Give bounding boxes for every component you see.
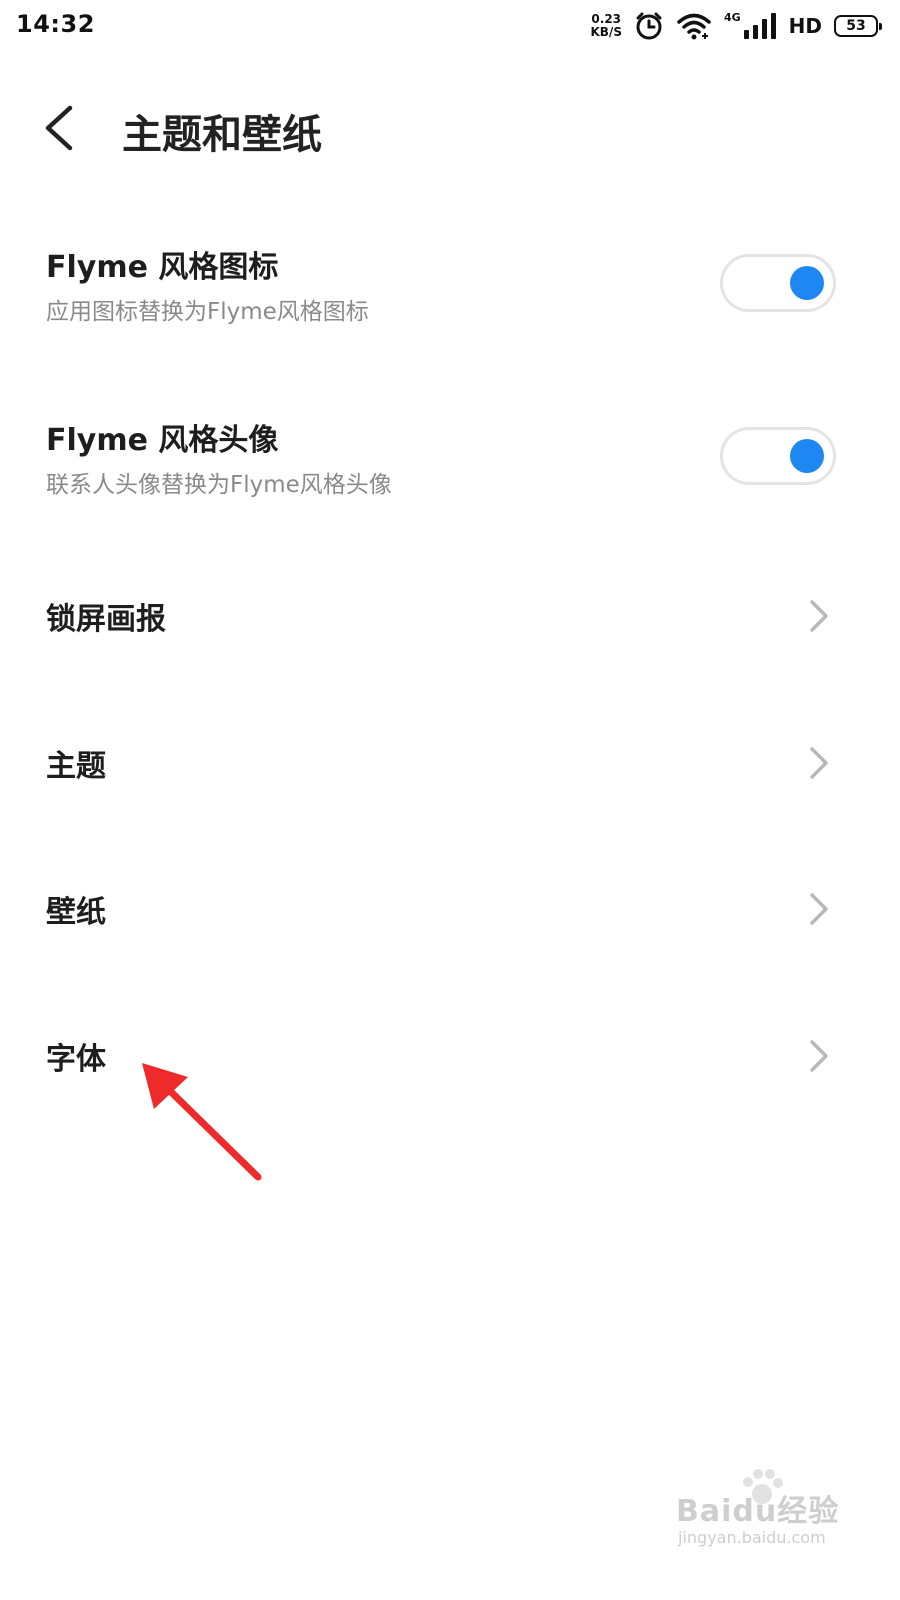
baidu-watermark: Baidu经验 jingyan.baidu.com	[670, 1468, 870, 1558]
setting-row-theme[interactable]: 主题	[0, 707, 900, 817]
battery-level: 53	[846, 18, 866, 34]
annotation-arrow-icon	[142, 1063, 262, 1181]
wifi-icon	[677, 13, 711, 40]
network-speed: 0.23 KB/S	[590, 13, 621, 39]
battery-icon: 53	[834, 15, 882, 37]
network-type: 4G	[723, 10, 741, 24]
setting-title: 主题	[46, 749, 106, 784]
chevron-right-icon	[810, 600, 828, 632]
chevron-right-icon	[810, 747, 828, 779]
cellular-signal-icon	[743, 13, 776, 39]
status-bar: 14:32 0.23 KB/S 4G HD 53	[0, 0, 900, 52]
setting-title: 壁纸	[46, 895, 106, 930]
chevron-right-icon	[810, 1040, 828, 1072]
setting-title: 字体	[46, 1042, 106, 1077]
toggle-knob	[790, 266, 824, 300]
chevron-right-icon	[810, 893, 828, 925]
app-header: 主题和壁纸	[0, 80, 900, 176]
setting-row-wallpaper[interactable]: 壁纸	[0, 853, 900, 963]
flyme-avatar-toggle[interactable]	[720, 427, 836, 485]
flyme-icons-toggle[interactable]	[720, 254, 836, 312]
toggle-knob	[790, 439, 824, 473]
status-icons: 0.23 KB/S 4G HD 53	[590, 8, 882, 44]
setting-title: Flyme 风格头像	[46, 423, 279, 458]
watermark-brand: Baidu经验	[676, 1494, 840, 1529]
setting-title: Flyme 风格图标	[46, 250, 279, 285]
hd-voice-label: HD	[788, 14, 822, 38]
alarm-icon	[636, 12, 662, 40]
setting-row-flyme-avatar[interactable]: Flyme 风格头像 联系人头像替换为Flyme风格头像	[0, 403, 900, 513]
setting-subtitle: 应用图标替换为Flyme风格图标	[46, 299, 369, 325]
network-speed-unit: KB/S	[590, 25, 622, 39]
page-title: 主题和壁纸	[122, 112, 322, 158]
setting-subtitle: 联系人头像替换为Flyme风格头像	[46, 472, 392, 498]
setting-row-lock-screen[interactable]: 锁屏画报	[0, 560, 900, 670]
setting-row-flyme-icons[interactable]: Flyme 风格图标 应用图标替换为Flyme风格图标	[0, 230, 900, 340]
setting-title: 锁屏画报	[46, 602, 166, 637]
watermark-url: jingyan.baidu.com	[678, 1528, 826, 1547]
status-time: 14:32	[16, 10, 95, 38]
chevron-left-icon[interactable]	[34, 100, 90, 156]
